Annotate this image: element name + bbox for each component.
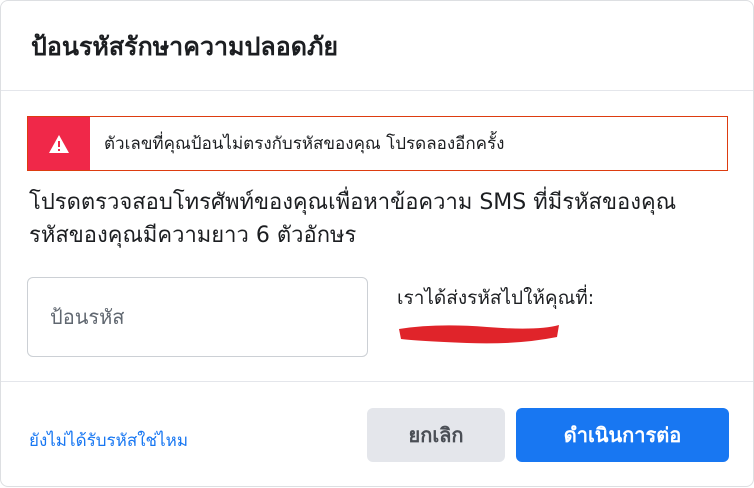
continue-button[interactable]: ดำเนินการต่อ	[516, 408, 729, 462]
dialog-title: ป้อนรหัสรักษาความปลอดภัย	[31, 32, 339, 61]
resend-code-link[interactable]: ยังไม่ได้รับรหัสใช่ไหม	[29, 427, 188, 454]
cancel-button[interactable]: ยกเลิก	[367, 408, 505, 462]
error-message: ตัวเลขที่คุณป้อนไม่ตรงกับรหัสของคุณ โปรด…	[104, 134, 505, 154]
code-input[interactable]	[27, 277, 368, 357]
dialog-header: ป้อนรหัสรักษาความปลอดภัย	[1, 1, 753, 91]
instruction-text: โปรดตรวจสอบโทรศัพท์ของคุณเพื่อหาข้อความ …	[29, 190, 677, 248]
redacted-phone-number	[397, 319, 562, 353]
warning-icon	[28, 117, 90, 170]
security-code-dialog: ป้อนรหัสรักษาความปลอดภัย ตัวเลขที่คุณป้อ…	[0, 0, 754, 487]
dialog-footer: ยังไม่ได้รับรหัสใช่ไหม ยกเลิก ดำเนินการต…	[1, 381, 753, 488]
sent-to-label: เราได้ส่งรหัสไปให้คุณที่:	[397, 287, 595, 309]
error-banner: ตัวเลขที่คุณป้อนไม่ตรงกับรหัสของคุณ โปรด…	[27, 116, 728, 171]
